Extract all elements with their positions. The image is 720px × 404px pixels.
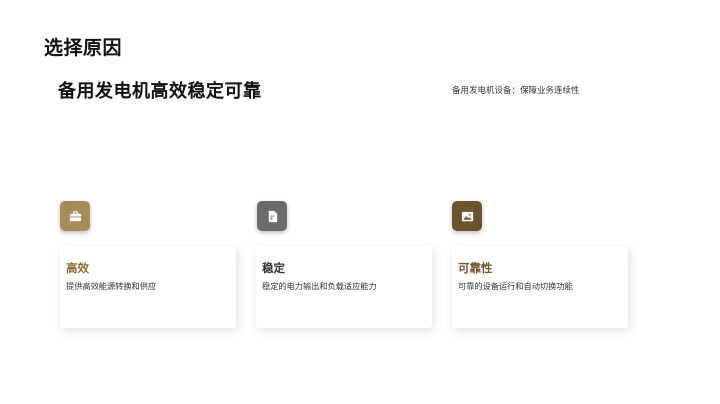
feature-title: 可靠性 — [458, 261, 493, 275]
feature-card-efficient: 高效 提供高效能源转换和供应 — [60, 246, 236, 328]
feature-title: 高效 — [66, 261, 89, 275]
page-title: 选择原因 — [44, 37, 123, 59]
feature-card-stable: 稳定 稳定的电力输出和负载适应能力 — [256, 246, 432, 328]
feature-icon-tile-stable — [257, 201, 287, 231]
feature-description: 提供高效能源转换和供应 — [66, 281, 157, 291]
briefcase-icon — [69, 210, 81, 221]
headline: 备用发电机高效稳定可靠 — [58, 81, 262, 102]
feature-description: 可靠的设备运行和自动切换功能 — [458, 281, 573, 291]
feature-icon-tile-reliable — [452, 201, 482, 231]
image-icon — [461, 211, 473, 221]
feature-icon-tile-efficient — [60, 201, 90, 231]
subtitle-note: 备用发电机设备：保障业务连续性 — [452, 86, 580, 96]
feature-title: 稳定 — [262, 261, 285, 275]
feature-card-reliable: 可靠性 可靠的设备运行和自动切换功能 — [452, 246, 628, 328]
feature-description: 稳定的电力输出和负载适应能力 — [262, 281, 377, 291]
document-icon — [268, 210, 277, 222]
